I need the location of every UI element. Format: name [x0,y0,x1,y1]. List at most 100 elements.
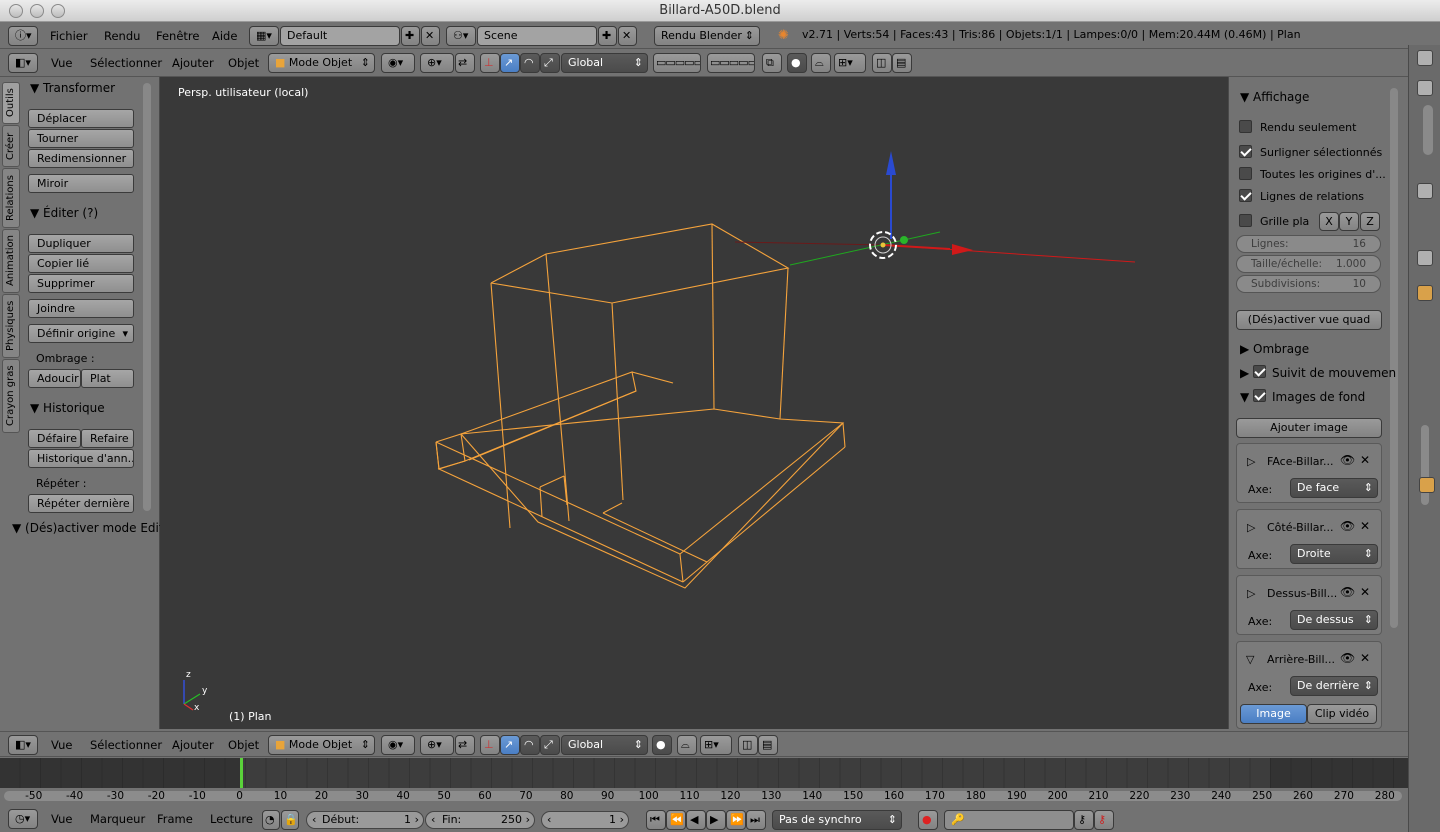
bg-axis-select-4[interactable]: De derrière ⇕ [1290,676,1378,696]
outliner-scrollbar[interactable] [1423,105,1433,155]
tab-crayon-gras[interactable]: Crayon gras [2,359,20,433]
menu-aide[interactable]: Aide [212,23,237,49]
insert-keyframe-icon[interactable]: ⚷ [1074,810,1094,830]
preview-range-icon[interactable]: ◔ [262,810,280,830]
menu-ajouter[interactable]: Ajouter [172,49,214,77]
layout-browse-button[interactable]: ▦▾ [249,26,279,46]
undo-history-button[interactable]: Historique d'ann... [28,449,134,468]
current-frame-field[interactable]: ‹ 1 › [541,811,629,829]
menu-rendu[interactable]: Rendu [104,23,140,49]
delete-button[interactable]: Supprimer [28,274,134,293]
scale-manipulator-icon-2[interactable]: ⤢ [540,735,560,755]
set-origin-select[interactable]: Définir origine ▾ [28,324,134,343]
sync-mode-select[interactable]: Pas de synchro ⇕ [772,810,902,830]
translate-manipulator-icon-2[interactable]: ↗ [500,735,520,755]
expand-triangle-icon[interactable]: ▷ [1247,521,1255,534]
panel-bg-header[interactable]: ▼ [1240,390,1249,404]
close-icon[interactable]: ✕ [1360,651,1370,665]
lock-layers-icon[interactable]: ⧉ [762,53,782,73]
add-layout-icon[interactable]: ✚ [401,26,420,46]
highlight-checkbox[interactable] [1239,145,1252,158]
tab-creer[interactable]: Créer [2,125,20,167]
menu-vue-timeline[interactable]: Vue [51,806,72,832]
duplicate-button[interactable]: Dupliquer [28,234,134,253]
tab-physiques[interactable]: Physiques [2,294,20,358]
grid-lines-field[interactable]: Lignes: 16 [1236,235,1381,253]
scale-button[interactable]: Redimensionner [28,149,134,168]
redo-button[interactable]: Refaire [81,429,134,448]
menu-selectionner-2[interactable]: Sélectionner [90,732,162,758]
tab-animation[interactable]: Animation [2,229,20,293]
render-anim-icon[interactable]: ▤ [892,53,912,73]
layers-grid-1[interactable]: ▭▭▭▭▭ [653,53,701,73]
properties-side-scrollbar[interactable] [1421,425,1429,505]
snap-element-select-2[interactable]: ⊞▾ [700,735,732,755]
rotate-manipulator-icon[interactable]: ◠ [520,53,540,73]
mirror-button[interactable]: Miroir [28,174,134,193]
transform-manipulator[interactable] [734,151,1136,266]
menu-vue-2[interactable]: Vue [51,732,72,758]
scale-manipulator-icon[interactable]: ⤢ [540,53,560,73]
orientation-select[interactable]: Global ⇕ [561,53,648,73]
panel-transform-header[interactable]: ▼ Transformer [30,81,115,95]
grid-axis-y-toggle[interactable]: Y [1339,212,1359,231]
join-button[interactable]: Joindre [28,299,134,318]
tab-outils[interactable]: Outils [2,82,20,124]
menu-marqueur[interactable]: Marqueur [90,806,145,832]
mode-select-2[interactable]: ■ Mode Objet ⇕ [268,735,375,755]
menu-vue[interactable]: Vue [51,49,72,77]
outliner-filter-icon[interactable] [1417,80,1433,96]
motion-tracking-checkbox[interactable] [1253,365,1266,378]
properties-editor-icon[interactable] [1417,183,1433,199]
eye-icon[interactable]: 👁 [1340,519,1355,533]
proportional-edit-icon-2[interactable]: ● [652,735,672,755]
menu-selectionner[interactable]: Sélectionner [90,49,162,77]
shading-select-2[interactable]: ◉▾ [381,735,415,755]
grid-floor-checkbox[interactable] [1239,214,1252,227]
panel-edit-header[interactable]: ▼ Éditer (?) [30,206,98,220]
next-keyframe-icon[interactable]: ⏩ [726,810,746,830]
manipulator-icon-2[interactable]: ⊥ [480,735,500,755]
grid-axis-z-toggle[interactable]: Z [1360,212,1380,231]
layers-grid-2[interactable]: ▭▭▭▭▭ [707,53,755,73]
scene-name-field[interactable]: Scene [477,26,597,46]
menu-objet-2[interactable]: Objet [228,732,259,758]
timeline-editor-type-button[interactable]: ◷▾ [8,809,38,829]
orientation-select-2[interactable]: Global ⇕ [561,735,648,755]
rotate-button[interactable]: Tourner [28,129,134,148]
duplicate-linked-button[interactable]: Copier lié [28,254,134,273]
tab-relations[interactable]: Relations [2,168,20,228]
panel-history-header[interactable]: ▼ Historique [30,401,105,415]
source-clip-tab[interactable]: Clip vidéo [1307,704,1377,724]
panel-shading-header[interactable]: ▶ Ombrage [1240,342,1309,356]
grid-scale-field[interactable]: Taille/échelle: 1.000 [1236,255,1381,273]
jump-end-icon[interactable]: ⏭ [746,810,766,830]
close-icon[interactable]: ✕ [1360,519,1370,533]
properties-nav-icon[interactable] [1417,250,1433,266]
close-icon[interactable]: ✕ [1360,453,1370,467]
rotate-manipulator-icon-2[interactable]: ◠ [520,735,540,755]
lock-icon[interactable]: 🔒 [281,810,299,830]
bg-axis-select-3[interactable]: De dessus ⇕ [1290,610,1378,630]
render-only-checkbox[interactable] [1239,120,1252,133]
prev-keyframe-icon[interactable]: ⏪ [666,810,686,830]
toggle-quad-view-button[interactable]: (Dés)activer vue quad [1236,310,1382,330]
play-reverse-icon[interactable]: ◀ [686,810,706,830]
render-anim-icon-2[interactable]: ▤ [758,735,778,755]
proportional-edit-icon[interactable]: ● [787,53,807,73]
info-editor-type-button[interactable]: ⓘ▾ [8,26,38,46]
magnet-snap-icon-2[interactable]: ⌓ [677,735,697,755]
eye-icon[interactable]: 👁 [1340,585,1355,599]
scene-browse-button[interactable]: ⚇▾ [446,26,476,46]
shading-select[interactable]: ◉▾ [381,53,415,73]
toggle-editmode-operator[interactable]: ▼ (Dés)activer mode Edit [12,521,164,535]
magnet-snap-icon[interactable]: ⌓ [811,53,831,73]
menu-lecture[interactable]: Lecture [210,806,253,832]
record-icon[interactable]: ● [918,810,938,830]
eye-icon[interactable]: 👁 [1340,651,1355,665]
relations-checkbox[interactable] [1239,189,1252,202]
collapse-triangle-icon[interactable]: ▽ [1246,653,1254,666]
all-origins-checkbox[interactable] [1239,167,1252,180]
render-engine-select[interactable]: Rendu Blender ⇕ [654,26,760,46]
expand-triangle-icon[interactable]: ▷ [1247,455,1255,468]
